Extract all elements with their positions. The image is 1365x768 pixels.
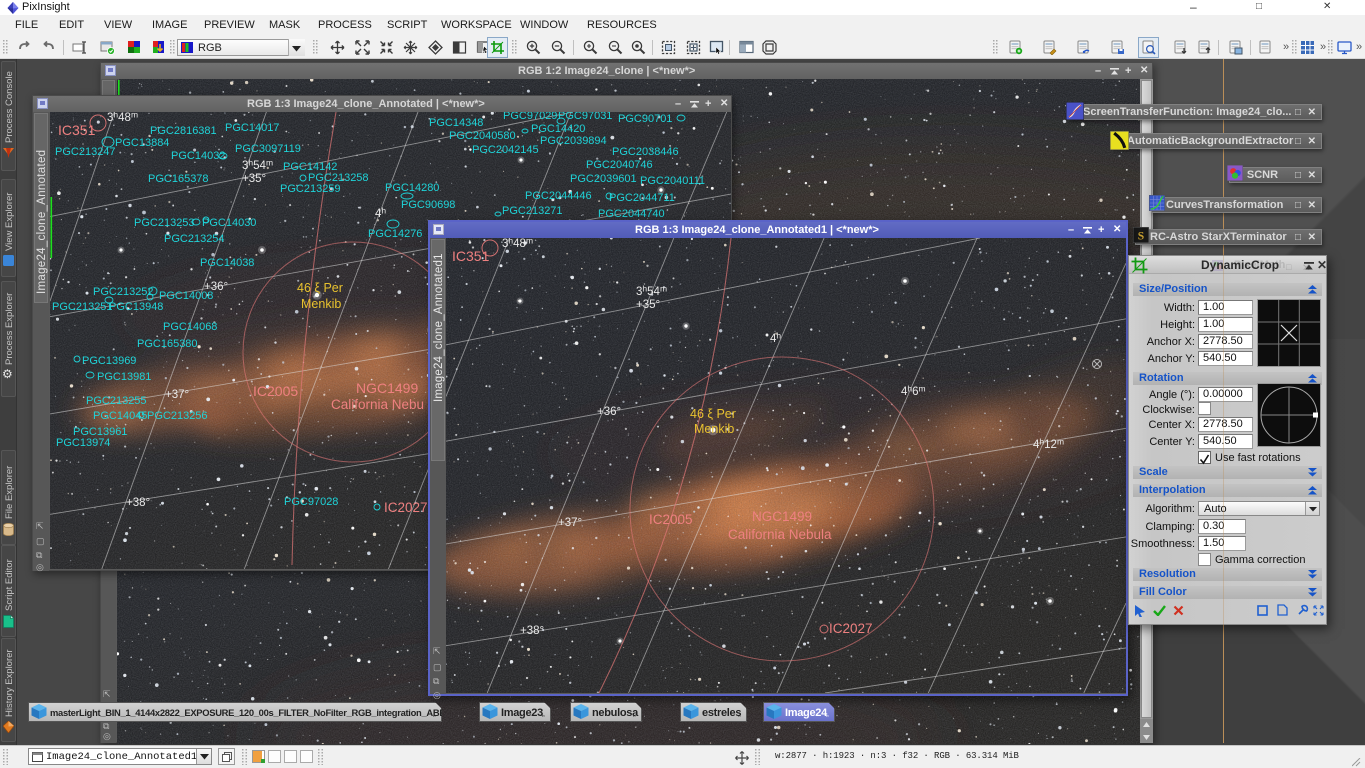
svg-text:Menkib: Menkib xyxy=(301,297,341,311)
svg-text:PGC14420: PGC14420 xyxy=(531,123,585,135)
svg-text:PGC14032: PGC14032 xyxy=(171,150,225,162)
svg-text:PGC3097119: PGC3097119 xyxy=(235,143,301,155)
svg-text:46 ξ Per: 46 ξ Per xyxy=(297,281,343,295)
svg-text:PGC2044740: PGC2044740 xyxy=(598,208,665,220)
svg-text:PGC2816381: PGC2816381 xyxy=(150,125,217,137)
svg-text:PGC2040746: PGC2040746 xyxy=(586,159,653,171)
svg-text:PGC13974: PGC13974 xyxy=(56,437,110,449)
svg-text:PGC2040580: PGC2040580 xyxy=(449,130,516,142)
svg-text:PGC2039601: PGC2039601 xyxy=(570,173,637,185)
svg-text:PGC213252: PGC213252 xyxy=(93,286,154,298)
svg-text:PGC14276: PGC14276 xyxy=(368,228,422,240)
svg-text:PGC14038: PGC14038 xyxy=(200,257,254,269)
svg-text:PGC165378: PGC165378 xyxy=(148,173,209,185)
svg-text:+36°: +36° xyxy=(204,281,228,293)
svg-text:IC2005: IC2005 xyxy=(253,383,298,399)
svg-text:PGC213254: PGC213254 xyxy=(164,233,225,245)
svg-text:PGC14030: PGC14030 xyxy=(202,217,256,229)
svg-text:+38°: +38° xyxy=(126,497,150,509)
svg-text:PGC2042145: PGC2042145 xyxy=(472,144,539,156)
svg-text:PGC213251: PGC213251 xyxy=(52,301,113,313)
svg-text:PGC165380: PGC165380 xyxy=(137,338,198,350)
svg-text:PGC14045: PGC14045 xyxy=(93,410,147,422)
svg-text:PGC2038446: PGC2038446 xyxy=(612,146,679,158)
svg-text:PGC14017: PGC14017 xyxy=(225,122,279,134)
svg-text:S: S xyxy=(1138,230,1144,242)
svg-text:PGC13981: PGC13981 xyxy=(97,371,151,383)
svg-text:PGC90698: PGC90698 xyxy=(401,199,455,211)
svg-text:PGC2044446: PGC2044446 xyxy=(525,190,592,202)
svg-text:IC2027: IC2027 xyxy=(384,500,428,515)
svg-text:IC351: IC351 xyxy=(58,122,96,138)
svg-text:PGC213256: PGC213256 xyxy=(147,410,208,422)
svg-text:PGC13948: PGC13948 xyxy=(109,301,163,313)
svg-text:PGC213247: PGC213247 xyxy=(55,146,116,158)
svg-text:PGC90701: PGC90701 xyxy=(618,113,672,125)
svg-text:PGC13969: PGC13969 xyxy=(82,355,136,367)
svg-text:PGC97031: PGC97031 xyxy=(558,112,612,122)
svg-text:PGC14348: PGC14348 xyxy=(429,117,483,129)
svg-text:PGC213259: PGC213259 xyxy=(280,183,341,195)
svg-text:PGC213271: PGC213271 xyxy=(502,205,563,217)
svg-text:PGC97028: PGC97028 xyxy=(284,496,338,508)
svg-text:NGC1499: NGC1499 xyxy=(356,380,418,396)
svg-text:+37°: +37° xyxy=(165,389,189,401)
svg-text:+35°: +35° xyxy=(242,173,266,185)
svg-text:PGC14068: PGC14068 xyxy=(163,321,217,333)
svg-text:PGC213255: PGC213255 xyxy=(86,395,147,407)
svg-text:PGC2044711: PGC2044711 xyxy=(609,192,675,204)
svg-text:PGC2040111: PGC2040111 xyxy=(640,175,705,187)
svg-text:PGC2039894: PGC2039894 xyxy=(540,135,607,147)
svg-text:California Nebu: California Nebu xyxy=(331,397,424,412)
svg-text:PGC14280: PGC14280 xyxy=(385,182,439,194)
svg-text:PGC13884: PGC13884 xyxy=(115,137,169,149)
svg-text:PGC213253: PGC213253 xyxy=(134,217,195,229)
svg-text:PGC97029: PGC97029 xyxy=(503,112,557,122)
